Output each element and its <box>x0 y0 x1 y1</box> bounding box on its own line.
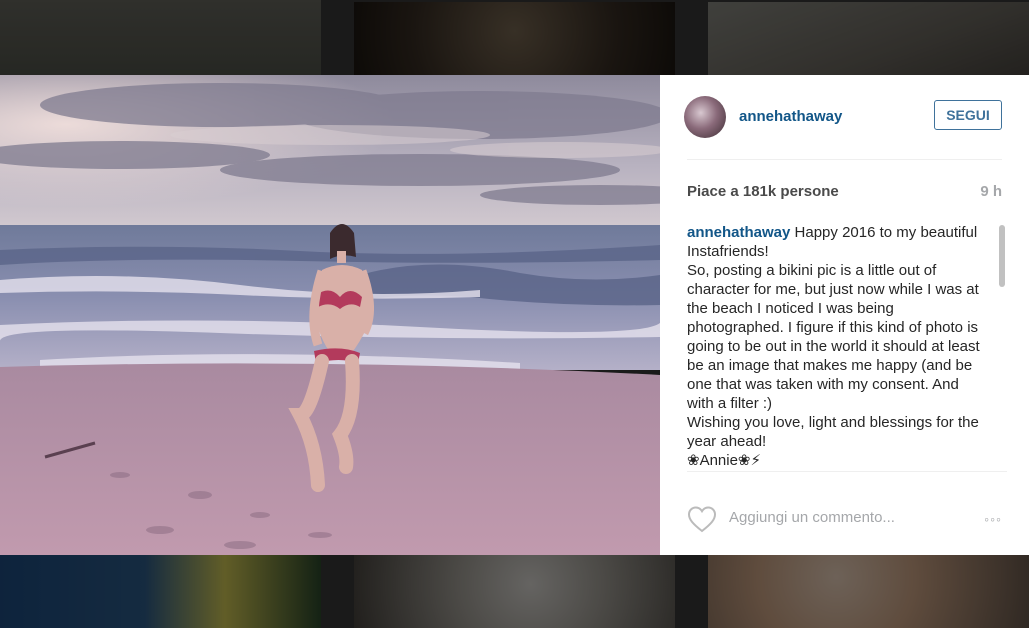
beach-photo-image <box>0 75 660 555</box>
caption-line-2: So, posting a bikini pic is a little out… <box>687 262 980 412</box>
post-photo[interactable] <box>0 75 660 555</box>
post-time: 9 h <box>980 183 1002 200</box>
thumbnail-bottom-center[interactable] <box>354 555 675 628</box>
post-header: annehathaway SEGUI <box>684 93 1002 160</box>
thumbnail-top-center[interactable] <box>354 2 675 75</box>
header-username[interactable]: annehathaway <box>739 108 842 125</box>
caption-author[interactable]: annehathaway <box>687 224 790 241</box>
thumbnail-top-left[interactable] <box>0 0 321 75</box>
caption-line-3: Wishing you love, light and blessings fo… <box>687 414 979 450</box>
post-modal: annehathaway SEGUI Piace a 181k persone … <box>0 75 1029 555</box>
caption-container: annehathaway Happy 2016 to my beautiful … <box>687 223 1007 472</box>
more-options-icon[interactable]: ◦◦◦ <box>984 511 1002 527</box>
likes-count[interactable]: Piace a 181k persone <box>687 183 839 200</box>
caption-line-4: ❀Annie❀⚡ <box>687 452 762 469</box>
heart-icon[interactable] <box>687 505 717 533</box>
follow-button[interactable]: SEGUI <box>934 100 1002 130</box>
avatar[interactable] <box>684 96 726 138</box>
scrollbar-thumb[interactable] <box>999 225 1005 287</box>
thumbnail-bottom-left[interactable] <box>0 555 321 628</box>
thumbnail-bottom-right[interactable] <box>708 555 1029 628</box>
comment-input[interactable] <box>729 509 949 526</box>
post-details-panel: annehathaway SEGUI Piace a 181k persone … <box>660 75 1029 555</box>
caption-scrollbar[interactable] <box>997 223 1007 471</box>
caption-text: annehathaway Happy 2016 to my beautiful … <box>687 223 987 470</box>
thumbnail-top-right[interactable] <box>708 2 1029 75</box>
